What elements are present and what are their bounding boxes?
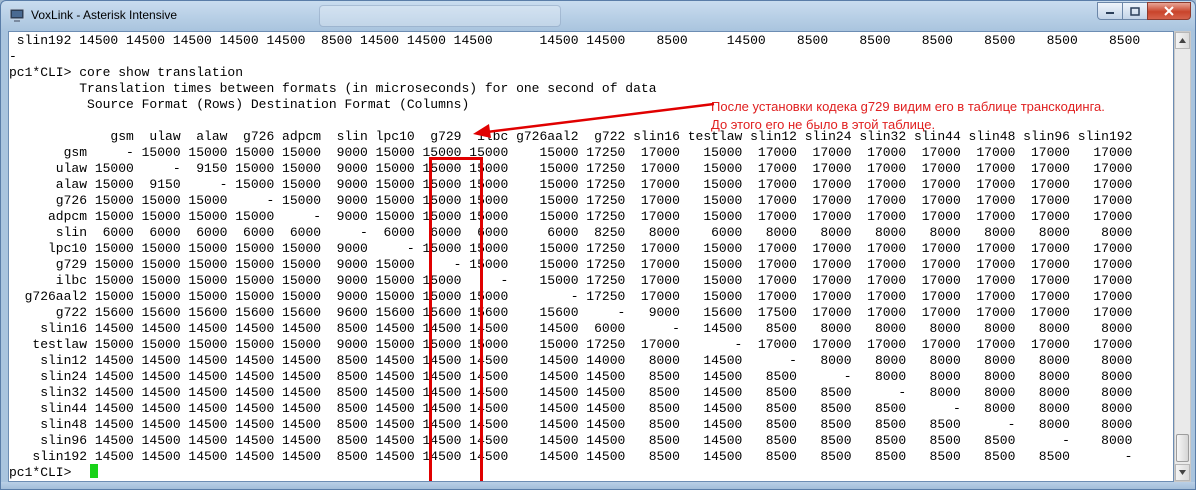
scroll-thumb[interactable] — [1176, 434, 1189, 462]
console-line: slin44 14500 14500 14500 14500 14500 850… — [9, 401, 1133, 416]
scroll-up-button[interactable] — [1175, 32, 1190, 49]
console-output[interactable]: slin192 14500 14500 14500 14500 14500 85… — [8, 31, 1174, 482]
chevron-down-icon — [1179, 470, 1186, 475]
vertical-scrollbar[interactable] — [1174, 31, 1191, 482]
app-icon — [9, 8, 25, 22]
title-bar[interactable]: VoxLink - Asterisk Intensive — [1, 1, 1195, 31]
console-line: g726aal2 15000 15000 15000 15000 15000 9… — [9, 289, 1133, 304]
text-cursor — [90, 464, 98, 478]
console-line: lpc10 15000 15000 15000 15000 15000 9000… — [9, 241, 1133, 256]
console-line: slin12 14500 14500 14500 14500 14500 850… — [9, 353, 1133, 368]
background-tab — [319, 5, 561, 27]
window-title: VoxLink - Asterisk Intensive — [31, 8, 178, 22]
console-line: adpcm 15000 15000 15000 15000 - 9000 150… — [9, 209, 1133, 224]
annotation-text: После установки кодека g729 видим его в … — [711, 98, 1105, 134]
console-line: slin48 14500 14500 14500 14500 14500 850… — [9, 417, 1133, 432]
console-line: ilbc 15000 15000 15000 15000 15000 9000 … — [9, 273, 1133, 288]
console-line: pc1*CLI> core show translation — [9, 65, 244, 80]
scroll-down-button[interactable] — [1175, 464, 1190, 481]
console-line: slin 6000 6000 6000 6000 6000 - 6000 600… — [9, 225, 1133, 240]
console-line: pc1*CLI> — [9, 465, 80, 480]
console-line: slin192 14500 14500 14500 14500 14500 85… — [9, 33, 1141, 48]
maximize-icon — [1130, 6, 1140, 16]
console-line: slin192 14500 14500 14500 14500 14500 85… — [9, 449, 1133, 464]
minimize-icon — [1106, 12, 1114, 14]
maximize-button[interactable] — [1122, 2, 1148, 20]
console-line: g726 15000 15000 15000 - 15000 9000 1500… — [9, 193, 1133, 208]
annotation-line: До этого его не было в этой таблице. — [711, 117, 936, 132]
minimize-button[interactable] — [1097, 2, 1123, 20]
console-line: ulaw 15000 - 9150 15000 15000 9000 15000… — [9, 161, 1133, 176]
console-line: testlaw 15000 15000 15000 15000 15000 90… — [9, 337, 1133, 352]
console-line: slin16 14500 14500 14500 14500 14500 850… — [9, 321, 1133, 336]
taskbar-strip — [1, 482, 1195, 489]
console-line: slin24 14500 14500 14500 14500 14500 850… — [9, 369, 1133, 384]
console-line: Translation times between formats (in mi… — [9, 81, 657, 96]
g729-column-highlight — [429, 157, 483, 481]
console-line: g729 15000 15000 15000 15000 15000 9000 … — [9, 257, 1133, 272]
console-line: gsm - 15000 15000 15000 15000 9000 15000… — [9, 145, 1133, 160]
terminal-window: VoxLink - Asterisk Intensive slin192 145… — [0, 0, 1196, 490]
close-button[interactable] — [1147, 2, 1191, 20]
console-line: slin96 14500 14500 14500 14500 14500 850… — [9, 433, 1133, 448]
console-line: Source Format (Rows) Destination Format … — [9, 97, 470, 112]
annotation-arrow-icon — [473, 102, 715, 138]
console-line: alaw 15000 9150 - 15000 15000 9000 15000… — [9, 177, 1133, 192]
close-icon — [1164, 6, 1174, 16]
console-line: g722 15600 15600 15600 15600 15600 9600 … — [9, 305, 1133, 320]
console-line: - — [9, 49, 17, 64]
chevron-up-icon — [1179, 38, 1186, 43]
annotation-line: После установки кодека g729 видим его в … — [711, 99, 1105, 114]
console-line: slin32 14500 14500 14500 14500 14500 850… — [9, 385, 1133, 400]
